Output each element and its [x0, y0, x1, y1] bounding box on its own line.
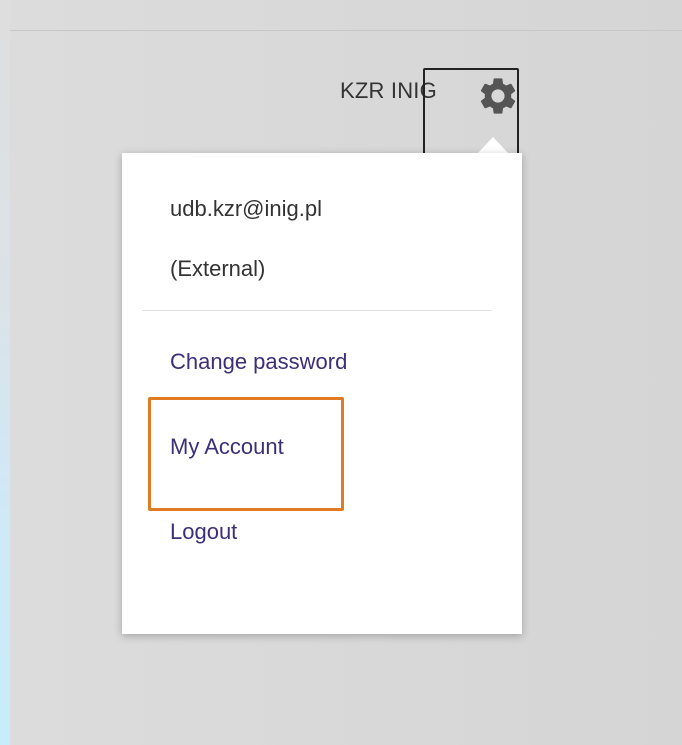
user-dropdown-menu: udb.kzr@inig.pl (External) Change passwo… [122, 153, 522, 634]
dropdown-caret [477, 137, 509, 154]
logout-link[interactable]: Logout [170, 519, 237, 545]
account-type-label: (External) [170, 256, 266, 281]
menu-divider [142, 310, 492, 311]
header-divider [10, 30, 682, 31]
user-email: udb.kzr@inig.pl [170, 196, 322, 221]
my-account-link[interactable]: My Account [170, 434, 284, 460]
change-password-link[interactable]: Change password [170, 349, 347, 375]
gear-icon[interactable] [476, 74, 520, 118]
left-edge-strip [0, 0, 10, 745]
